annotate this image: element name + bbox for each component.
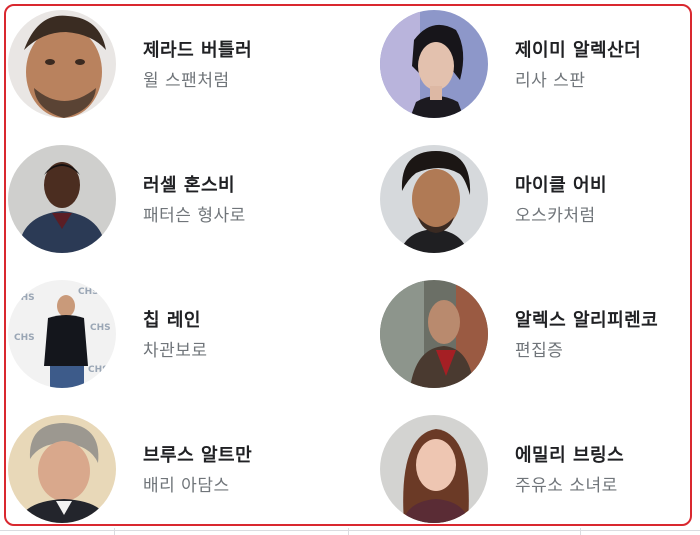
character-role: 차관보로 [143, 341, 208, 361]
cast-grid: 제라드 버틀러 윌 스팬처럼 제이미 알렉산더 리사 스판 러셀 혼스비 패터슨… [6, 6, 690, 524]
cast-card-bruce-altman[interactable]: 브루스 알트만 배리 아담스 [8, 415, 318, 524]
actor-name: 브루스 알트만 [143, 445, 253, 466]
svg-text:CHS: CHS [90, 323, 111, 333]
actor-name: 러셀 혼스비 [143, 175, 236, 196]
svg-text:CHS: CHS [78, 287, 99, 297]
character-role: 오스카처럼 [515, 206, 596, 226]
actor-name: 마이클 어비 [515, 175, 608, 196]
actor-photo [8, 415, 116, 523]
cast-card-gerard-butler[interactable]: 제라드 버틀러 윌 스팬처럼 [8, 10, 318, 120]
cast-card-michael-irby[interactable]: 마이클 어비 오스카처럼 [380, 145, 690, 255]
svg-text:CHS: CHS [14, 293, 35, 303]
character-role: 윌 스팬처럼 [143, 71, 230, 91]
actor-photo [380, 280, 488, 388]
character-role: 편집증 [515, 341, 564, 361]
actor-photo [380, 10, 488, 118]
svg-text:CHS: CHS [14, 333, 35, 343]
cast-card-chip-lane[interactable]: CHS CHS CHS CHS CHS 칩 레인 차관보로 [8, 280, 318, 390]
cast-card-emily-brings[interactable]: 에밀리 브링스 주유소 소녀로 [380, 415, 690, 524]
actor-photo [8, 10, 116, 118]
cast-card-alex-alipirenko[interactable]: 알렉스 알리피렌코 편집증 [380, 280, 690, 390]
actor-name: 제이미 알렉산더 [515, 40, 642, 61]
character-role: 리사 스판 [515, 71, 586, 91]
actor-name: 제라드 버틀러 [143, 40, 253, 61]
actor-photo: CHS CHS CHS CHS CHS [8, 280, 116, 388]
actor-name: 칩 레인 [143, 310, 201, 331]
character-role: 배리 아담스 [143, 476, 230, 496]
character-role: 주유소 소녀로 [515, 476, 618, 496]
cast-panel: 제라드 버틀러 윌 스팬처럼 제이미 알렉산더 리사 스판 러셀 혼스비 패터슨… [4, 4, 692, 526]
divider-tick [580, 528, 581, 535]
actor-photo [380, 415, 488, 523]
actor-photo [380, 145, 488, 253]
actor-name: 에밀리 브링스 [515, 445, 625, 466]
character-role: 패터슨 형사로 [143, 206, 246, 226]
actor-name: 알렉스 알리피렌코 [515, 310, 659, 331]
actor-photo [8, 145, 116, 253]
divider-tick [348, 528, 349, 535]
svg-text:CHS: CHS [88, 365, 109, 375]
divider [0, 530, 700, 531]
cast-card-jaimie-alexander[interactable]: 제이미 알렉산더 리사 스판 [380, 10, 690, 120]
divider-tick [114, 528, 115, 535]
cast-card-russell-hornsby[interactable]: 러셀 혼스비 패터슨 형사로 [8, 145, 318, 255]
